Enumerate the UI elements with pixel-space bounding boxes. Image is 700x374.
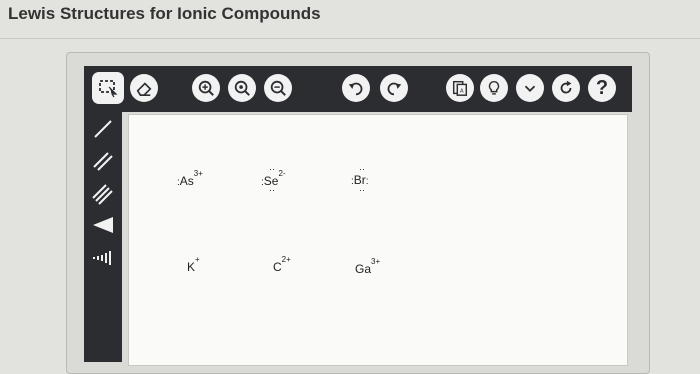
title-divider — [0, 38, 700, 39]
atom-charge: 2+ — [281, 255, 291, 264]
select-tool-button[interactable] — [92, 72, 124, 104]
zoom-in-icon — [234, 80, 250, 96]
atom-symbol: Ga — [355, 262, 372, 276]
atom-charge: 3+ — [193, 169, 203, 178]
help-button[interactable]: ? — [588, 74, 616, 102]
zoom-in-button[interactable] — [228, 74, 256, 102]
atom-symbol: As — [179, 174, 194, 188]
zoom-out-icon — [270, 80, 286, 96]
atom-symbol: C — [273, 260, 282, 274]
zoom-plus-icon — [198, 80, 214, 96]
lightbulb-icon — [488, 80, 500, 95]
template-button[interactable]: A — [446, 74, 474, 102]
eraser-icon — [136, 82, 152, 97]
refresh-button[interactable] — [552, 74, 580, 102]
question-icon: ? — [595, 76, 609, 99]
single-bond-tool[interactable] — [88, 116, 118, 142]
triple-bond-icon — [92, 184, 113, 205]
lone-pair-right: : — [365, 176, 369, 187]
atom-ga[interactable]: Ga3+ — [355, 257, 380, 276]
zoom-fit-button[interactable] — [192, 74, 220, 102]
svg-text:A: A — [460, 89, 464, 95]
atom-charge: + — [195, 255, 200, 264]
atom-symbol: K — [187, 260, 196, 274]
lasso-select-icon — [99, 80, 118, 98]
triple-bond-tool[interactable] — [88, 180, 118, 206]
hint-button[interactable] — [480, 74, 508, 102]
atom-c[interactable]: C2+ — [273, 255, 291, 274]
chevron-down-icon — [524, 85, 536, 92]
redo-icon — [387, 82, 402, 96]
redo-button[interactable] — [380, 74, 408, 102]
zoom-out-button[interactable] — [264, 74, 292, 102]
wedge-bond-icon — [93, 217, 113, 233]
hash-bond-tool[interactable] — [88, 244, 118, 270]
top-toolbar: A ? — [84, 66, 632, 112]
page-title: Lewis Structures for Ionic Compounds — [8, 4, 321, 23]
undo-button[interactable] — [342, 74, 370, 102]
undo-icon — [348, 82, 363, 96]
drawing-canvas[interactable]: :As3+ ·· :Se2- ·· ·· :Br: ·· K+ C2+ Ga3+ — [128, 114, 628, 366]
atom-br[interactable]: ·· :Br: ·· — [351, 165, 369, 195]
atom-charge: 3+ — [371, 257, 381, 266]
double-bond-tool[interactable] — [88, 148, 118, 174]
lone-pair-bottom: ·· — [359, 185, 365, 195]
atom-se[interactable]: ·· :Se2- ·· — [261, 165, 286, 195]
atom-k[interactable]: K+ — [187, 255, 200, 274]
template-icon: A — [452, 80, 468, 96]
lone-pair-top: ·· — [359, 164, 365, 174]
more-button[interactable] — [516, 74, 544, 102]
side-toolbar — [84, 112, 122, 362]
lone-pair-bottom: ·· — [269, 185, 275, 195]
atom-as[interactable]: :As3+ — [177, 169, 203, 188]
refresh-icon — [560, 80, 572, 94]
double-bond-icon — [93, 152, 113, 171]
single-bond-icon — [94, 120, 112, 138]
hash-bond-icon — [93, 251, 111, 265]
eraser-button[interactable] — [130, 74, 158, 102]
lone-pair-top: ·· — [269, 164, 275, 174]
wedge-bond-tool[interactable] — [88, 212, 118, 238]
atom-charge: 2- — [278, 169, 286, 178]
